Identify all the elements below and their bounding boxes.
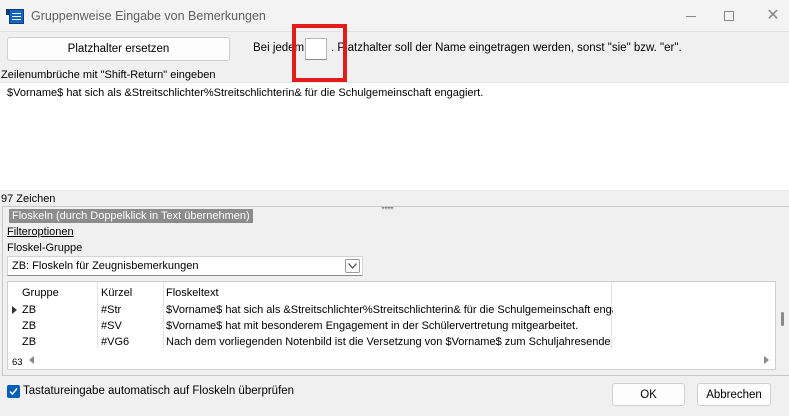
column-header-kuerzel[interactable]: Kürzel bbox=[101, 285, 161, 301]
auto-check-checkbox[interactable] bbox=[7, 385, 20, 398]
replace-placeholder-button[interactable]: Platzhalter ersetzen bbox=[7, 37, 230, 61]
floskel-group-label: Floskel-Gruppe bbox=[7, 242, 83, 254]
cell-gruppe: ZB bbox=[22, 336, 37, 348]
app-icon bbox=[6, 9, 24, 24]
chevron-down-icon bbox=[348, 263, 357, 269]
dropdown-button[interactable] bbox=[345, 259, 360, 273]
cell-floskeltext: $Vorname$ hat mit besonderem Engagement … bbox=[166, 320, 579, 332]
placeholder-hint-suffix: . Platzhalter soll der Name eingetragen … bbox=[331, 42, 682, 54]
maximize-button[interactable] bbox=[706, 0, 752, 32]
cell-gruppe: ZB bbox=[22, 320, 37, 332]
highlight-box bbox=[292, 24, 347, 82]
table-row[interactable]: ZB #Str $Vorname$ hat sich als &Streitsc… bbox=[8, 302, 613, 318]
cancel-label: Abbrechen bbox=[706, 388, 762, 401]
checkmark-icon bbox=[9, 388, 18, 396]
table-row[interactable]: ZB #VG6 Nach dem vorliegenden Notenbild … bbox=[8, 334, 613, 350]
vertical-scrollbar[interactable] bbox=[781, 312, 784, 326]
cell-gruppe: ZB bbox=[22, 304, 37, 316]
column-header-gruppe[interactable]: Gruppe bbox=[22, 285, 92, 301]
column-header-floskeltext[interactable]: Floskeltext bbox=[166, 285, 613, 301]
row-selector-icon bbox=[12, 306, 17, 314]
remark-text: $Vorname$ hat sich als &Streitschlichter… bbox=[7, 87, 484, 99]
cell-floskeltext: $Vorname$ hat sich als &Streitschlichter… bbox=[166, 304, 613, 316]
close-icon: ✕ bbox=[766, 7, 780, 24]
record-count: 63 bbox=[12, 357, 23, 368]
ok-button[interactable]: OK bbox=[612, 383, 685, 406]
cell-kuerzel: #SV bbox=[101, 320, 122, 332]
table-header: Gruppe Kürzel Floskeltext bbox=[8, 285, 613, 301]
title-bar: Gruppenweise Eingabe von Bemerkungen ✕ bbox=[0, 0, 789, 32]
replace-placeholder-label: Platzhalter ersetzen bbox=[67, 43, 170, 55]
auto-check-label[interactable]: Tastatureingabe automatisch auf Floskeln… bbox=[23, 385, 294, 397]
minimize-icon bbox=[686, 15, 696, 17]
close-button[interactable]: ✕ bbox=[750, 0, 789, 32]
maximize-icon bbox=[724, 11, 734, 21]
char-count: 97 Zeichen bbox=[1, 193, 56, 205]
remark-editor[interactable]: $Vorname$ hat sich als &Streitschlichter… bbox=[0, 82, 789, 191]
filter-options-link[interactable]: Filteroptionen bbox=[7, 226, 74, 238]
cancel-button[interactable]: Abbrechen bbox=[697, 383, 771, 406]
floskeln-table[interactable]: Gruppe Kürzel Floskeltext ZB #Str $Vorna… bbox=[7, 281, 784, 370]
floskeln-group-title: Floskeln (durch Doppelklick in Text über… bbox=[9, 209, 253, 223]
ok-label: OK bbox=[640, 388, 657, 401]
scroll-right-icon[interactable] bbox=[764, 356, 769, 364]
editor-hint-label: Zeilenumbrüche mit "Shift-Return" eingeb… bbox=[1, 69, 216, 81]
cell-floskeltext: Nach dem vorliegenden Notenbild ist die … bbox=[166, 336, 613, 348]
window-title: Gruppenweise Eingabe von Bemerkungen bbox=[31, 9, 266, 23]
floskel-group-value: ZB: Floskeln für Zeugnisbemerkungen bbox=[12, 260, 199, 272]
cell-kuerzel: #Str bbox=[101, 304, 122, 316]
floskel-group-select[interactable]: ZB: Floskeln für Zeugnisbemerkungen bbox=[7, 256, 363, 276]
table-row[interactable]: ZB #SV $Vorname$ hat mit besonderem Enga… bbox=[8, 318, 613, 334]
scroll-left-icon[interactable] bbox=[29, 356, 34, 364]
cell-kuerzel: #VG6 bbox=[101, 336, 130, 348]
